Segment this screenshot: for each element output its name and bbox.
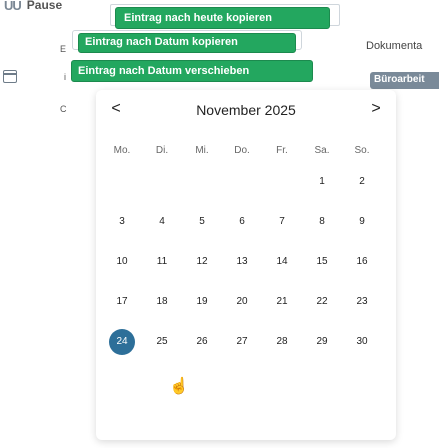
activity-badge[interactable]: Büroarbeit xyxy=(370,72,439,89)
calendar-icon[interactable] xyxy=(3,70,17,83)
date-picker: < November 2025 > Mo. Di. Mi. Do. Fr. Sa… xyxy=(96,90,396,440)
calendar-day[interactable]: 26 xyxy=(182,330,222,354)
calendar-day[interactable]: 27 xyxy=(222,330,262,354)
hand-cursor-icon: ☝ xyxy=(169,378,189,395)
calendar-day[interactable]: 11 xyxy=(142,250,182,274)
weekday-header: Mo. Di. Mi. Do. Fr. Sa. So. xyxy=(102,145,382,163)
calendar-day[interactable]: 23 xyxy=(342,290,382,314)
calendar-day[interactable]: 19 xyxy=(182,290,222,314)
calendar-day[interactable]: 1 xyxy=(302,170,342,194)
calendar-day[interactable]: 18 xyxy=(142,290,182,314)
calendar-day[interactable]: 22 xyxy=(302,290,342,314)
calendar-day[interactable]: 25 xyxy=(142,330,182,354)
calendar-day[interactable]: 21 xyxy=(262,290,302,314)
weekday-label: So. xyxy=(354,145,370,156)
background-letter: E xyxy=(60,44,67,54)
weekday-label: Mi. xyxy=(195,145,209,156)
calendar-day[interactable]: 8 xyxy=(302,210,342,234)
calendar-day[interactable]: 6 xyxy=(222,210,262,234)
calendar-day[interactable]: 2 xyxy=(342,170,382,194)
calendar-day[interactable]: 10 xyxy=(102,250,142,274)
calendar-day[interactable]: 3 xyxy=(102,210,142,234)
calendar-day[interactable]: 12 xyxy=(182,250,222,274)
background-letter: i xyxy=(64,72,66,82)
copy-to-today-button[interactable]: Eintrag nach heute kopieren xyxy=(115,7,330,29)
weekday-label: Fr. xyxy=(276,145,288,156)
calendar-day[interactable]: 9 xyxy=(342,210,382,234)
weekday-label: Mo. xyxy=(113,145,131,156)
calendar-day[interactable]: 28 xyxy=(262,330,302,354)
weekday-label: Di. xyxy=(155,145,169,156)
calendar-day[interactable]: 29 xyxy=(302,330,342,354)
calendar-day[interactable]: 7 xyxy=(262,210,302,234)
documentation-label: Dokumenta xyxy=(366,40,423,52)
calendar-day[interactable]: 30 xyxy=(342,330,382,354)
selected-day[interactable]: 24 xyxy=(109,329,135,355)
background-letter: C xyxy=(60,104,67,114)
context-menu: Eintrag nach heute kopieren xyxy=(110,4,340,29)
calendar-day[interactable]: 15 xyxy=(302,250,342,274)
next-month-button[interactable]: > xyxy=(366,100,386,118)
weekday-label: Sa. xyxy=(314,145,330,156)
calendar-navigation: < November 2025 > xyxy=(96,96,396,126)
calendar-day[interactable]: 13 xyxy=(222,250,262,274)
weekday-label: Do. xyxy=(234,145,250,156)
calendar-day[interactable]: 20 xyxy=(222,290,262,314)
copy-to-date-button[interactable]: Eintrag nach Datum kopieren xyxy=(78,33,296,53)
calendar-day[interactable]: 5 xyxy=(182,210,222,234)
calendar-day[interactable]: 14 xyxy=(262,250,302,274)
calendar-day[interactable]: 4 xyxy=(142,210,182,234)
move-to-date-button[interactable]: Eintrag nach Datum verschieben xyxy=(71,60,313,82)
month-label: November 2025 xyxy=(196,102,296,118)
calendar-day[interactable]: 17 xyxy=(102,290,142,314)
calendar-day[interactable]: 16 xyxy=(342,250,382,274)
